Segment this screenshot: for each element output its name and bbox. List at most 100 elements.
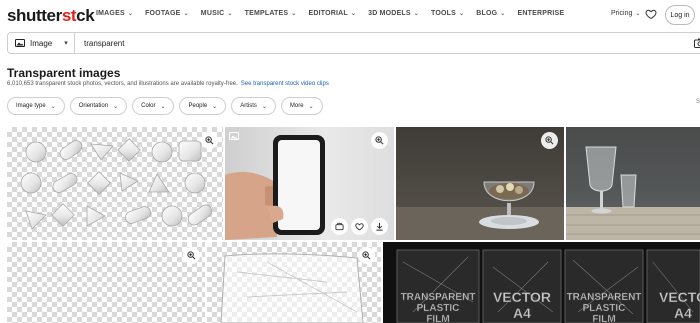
video-clips-link[interactable]: See transparent stock video clips bbox=[241, 81, 329, 87]
menu-item-label: IMAGES bbox=[96, 10, 125, 17]
menu-item-music[interactable]: MUSIC ⌄ bbox=[201, 10, 233, 17]
chevron-down-icon: ⌄ bbox=[459, 11, 465, 17]
image-type-icon bbox=[229, 132, 239, 140]
main-menu: IMAGES ⌄ FOOTAGE ⌄ MUSIC ⌄ TEMPLATES ⌄ EDITO… bbox=[96, 10, 576, 17]
pricing-label: Pricing bbox=[611, 10, 633, 17]
film-label-a4-1: A4 bbox=[513, 305, 531, 321]
logo-text-tail: ck bbox=[76, 6, 95, 25]
edit-icon bbox=[335, 222, 344, 231]
logo-text-main: shutter bbox=[7, 6, 62, 25]
film-label-plastic-2: PLASTIC bbox=[583, 303, 626, 314]
image-result-hand-phone[interactable] bbox=[225, 127, 394, 240]
camera-icon[interactable] bbox=[694, 38, 700, 48]
chevron-down-icon: ⌄ bbox=[50, 103, 56, 110]
login-button[interactable]: Log in bbox=[665, 5, 695, 25]
image-result-glass-buttons[interactable] bbox=[7, 127, 223, 240]
chevron-down-icon: ⌄ bbox=[635, 11, 641, 17]
glasses-table-image bbox=[566, 146, 700, 240]
top-nav: shutterstck IMAGES ⌄ FOOTAGE ⌄ MUSIC ⌄ TEMP… bbox=[0, 0, 700, 30]
filter-color[interactable]: Color ⌄ bbox=[132, 97, 175, 115]
zoom-in-icon bbox=[545, 136, 554, 145]
search-type-label: Image bbox=[30, 38, 53, 48]
results-summary: 6,010,653 transparent stock photos, vect… bbox=[7, 81, 329, 87]
chevron-down-icon: ⌄ bbox=[350, 11, 357, 17]
filter-label: Color bbox=[141, 103, 156, 109]
menu-item-editorial[interactable]: EDITORIAL ⌄ bbox=[309, 10, 357, 17]
image-result-plastic-film[interactable] bbox=[207, 242, 381, 323]
image-icon bbox=[15, 39, 25, 47]
menu-item-templates[interactable]: TEMPLATES ⌄ bbox=[245, 10, 297, 17]
vector-plastic-film-image: TRANSPARENT PLASTIC FILM VECTOR A4 TRANS… bbox=[396, 249, 700, 323]
chevron-down-icon: ⌄ bbox=[413, 11, 420, 17]
film-label-transparent-1: TRANSPARENT bbox=[401, 292, 476, 303]
menu-item-3d-models[interactable]: 3D MODELS ⌄ bbox=[368, 10, 419, 17]
filter-label: Image type bbox=[16, 103, 46, 109]
zoom-button[interactable] bbox=[371, 132, 388, 149]
menu-item-images[interactable]: IMAGES ⌄ bbox=[96, 10, 133, 17]
filter-people[interactable]: People ⌄ bbox=[179, 97, 227, 115]
menu-item-tools[interactable]: TOOLS ⌄ bbox=[431, 10, 464, 17]
filter-artists[interactable]: Artists ⌄ bbox=[231, 97, 276, 115]
chevron-down-icon: ⌄ bbox=[291, 11, 297, 17]
search-bar: Image ▾ bbox=[7, 32, 700, 54]
chevron-down-icon: ⌄ bbox=[227, 11, 233, 17]
film-label-plastic-1: PLASTIC bbox=[417, 303, 460, 314]
chevron-down-icon: ⌄ bbox=[308, 103, 314, 110]
search-type-select[interactable]: Image ▾ bbox=[8, 33, 75, 53]
chevron-down-icon: ⌄ bbox=[127, 11, 134, 17]
heart-icon bbox=[355, 223, 364, 231]
menu-item-label: TEMPLATES bbox=[244, 10, 289, 17]
pricing-menu[interactable]: Pricing ⌄ bbox=[611, 10, 640, 17]
filter-label: Artists bbox=[240, 103, 257, 109]
plastic-film-image bbox=[220, 253, 364, 323]
zoom-button[interactable] bbox=[358, 247, 375, 264]
menu-item-footage[interactable]: FOOTAGE ⌄ bbox=[145, 10, 189, 17]
menu-item-blog[interactable]: BLOG ⌄ bbox=[476, 10, 505, 17]
chevron-down-icon: ⌄ bbox=[261, 103, 267, 110]
chevron-down-icon: ⌄ bbox=[500, 11, 506, 17]
filter-image-type[interactable]: Image type ⌄ bbox=[7, 97, 65, 115]
zoom-button[interactable] bbox=[541, 132, 558, 149]
save-to-favorites-button[interactable] bbox=[351, 218, 368, 235]
chevron-down-icon: ⌄ bbox=[212, 103, 218, 110]
film-label-transparent-2: TRANSPARENT bbox=[567, 292, 642, 303]
logo-text-accent: st bbox=[61, 6, 77, 25]
download-button[interactable] bbox=[371, 218, 388, 235]
glass-buttons-image bbox=[20, 138, 213, 230]
filter-bar: Image type ⌄ Orientation ⌄ Color ⌄ People ⌄ … bbox=[7, 97, 323, 115]
chevron-down-icon: ⌄ bbox=[183, 11, 189, 17]
image-result-glass-bowl[interactable] bbox=[396, 127, 564, 240]
zoom-in-icon bbox=[187, 251, 196, 260]
filter-orientation[interactable]: Orientation ⌄ bbox=[69, 97, 128, 115]
menu-item-label: 3D MODELS bbox=[368, 10, 411, 17]
filter-more[interactable]: More ⌄ bbox=[280, 97, 323, 115]
zoom-button[interactable] bbox=[183, 247, 200, 264]
image-result-vector-plastic-film[interactable]: TRANSPARENT PLASTIC FILM VECTOR A4 TRANS… bbox=[383, 242, 700, 323]
zoom-in-icon bbox=[205, 136, 214, 145]
menu-item-label: MUSIC bbox=[200, 10, 225, 17]
film-label-film-1: FILM bbox=[426, 314, 449, 323]
page-title: Transparent images bbox=[7, 66, 121, 80]
image-result-transparent-background[interactable] bbox=[7, 242, 205, 323]
chevron-down-icon: ⌄ bbox=[160, 103, 166, 110]
heart-icon[interactable] bbox=[645, 8, 657, 20]
zoom-in-icon bbox=[375, 136, 384, 145]
menu-item-enterprise[interactable]: ENTERPRISE bbox=[518, 10, 565, 17]
search-input[interactable] bbox=[84, 38, 584, 48]
edit-button[interactable] bbox=[331, 218, 348, 235]
shutterstock-logo[interactable]: shutterstck bbox=[7, 6, 95, 26]
caret-down-icon: ▾ bbox=[64, 40, 68, 47]
film-label-film-2: FILM bbox=[592, 314, 615, 323]
zoom-in-icon bbox=[362, 251, 371, 260]
filter-label: More bbox=[289, 103, 304, 109]
menu-item-label: ENTERPRISE bbox=[517, 10, 565, 17]
hand-phone-image bbox=[225, 135, 325, 240]
chevron-down-icon: ⌄ bbox=[113, 103, 119, 110]
image-result-glasses-table[interactable] bbox=[566, 127, 700, 240]
menu-item-label: FOOTAGE bbox=[145, 10, 181, 17]
menu-item-label: EDITORIAL bbox=[308, 10, 348, 17]
film-label-a4-2: A4 bbox=[674, 305, 692, 321]
sort-label-fragment: S bbox=[696, 99, 700, 105]
download-icon bbox=[376, 222, 383, 231]
zoom-button[interactable] bbox=[201, 132, 218, 149]
